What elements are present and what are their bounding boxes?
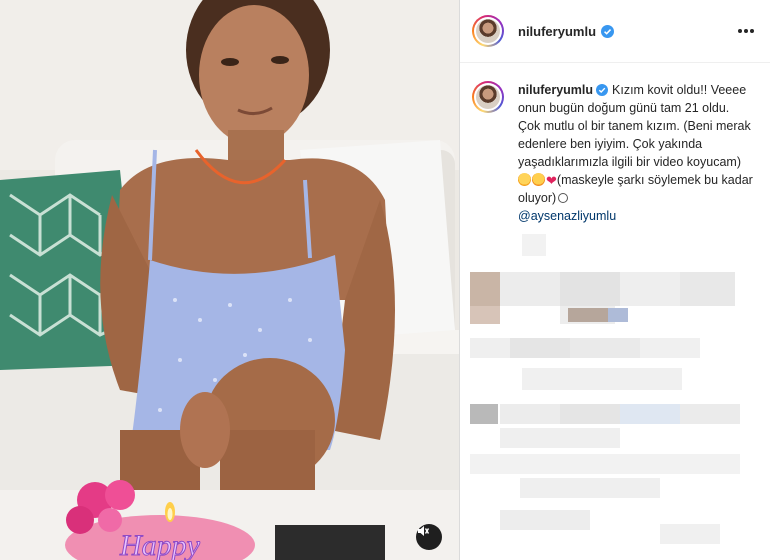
header-username[interactable]: niluferyumlu xyxy=(518,24,596,39)
more-dot-icon xyxy=(744,29,748,33)
audio-muted-icon xyxy=(418,526,430,536)
caption-avatar[interactable] xyxy=(472,81,504,113)
post-video[interactable]: Happy xyxy=(0,0,459,560)
video-frame: Happy xyxy=(0,0,459,560)
mute-button[interactable] xyxy=(416,524,442,550)
post-caption: niluferyumlu Kızım kovit oldu!! Veeee onu… xyxy=(460,63,770,225)
post-sidebar: niluferyumlu niluferyumlu Kızım kovit old… xyxy=(459,0,770,560)
grinning-sweat-emoji-icon xyxy=(518,173,531,186)
heart-eyes-emoji-icon xyxy=(532,173,545,186)
svg-text:Happy: Happy xyxy=(119,529,201,560)
caption-mention-link[interactable]: @aysenazliyumlu xyxy=(518,207,754,225)
blurred-comments xyxy=(460,228,770,560)
avatar[interactable] xyxy=(472,15,504,47)
verified-badge-icon xyxy=(596,84,609,96)
red-heart-emoji-icon: ❤ xyxy=(546,173,557,188)
caption-username[interactable]: niluferyumlu xyxy=(518,83,593,97)
caption-text: niluferyumlu Kızım kovit oldu!! Veeee onu… xyxy=(518,81,754,225)
caption-line-1: Kızım kovit oldu!! xyxy=(612,83,708,97)
more-options-button[interactable] xyxy=(734,23,758,39)
more-dot-icon xyxy=(750,29,754,33)
smile-emoji-icon xyxy=(558,193,569,203)
verified-badge-icon xyxy=(601,24,615,38)
instagram-post: Happy niluferyumlu niluferyumlu Kızım ko… xyxy=(0,0,770,560)
post-header: niluferyumlu xyxy=(460,0,770,63)
more-dot-icon xyxy=(738,29,742,33)
